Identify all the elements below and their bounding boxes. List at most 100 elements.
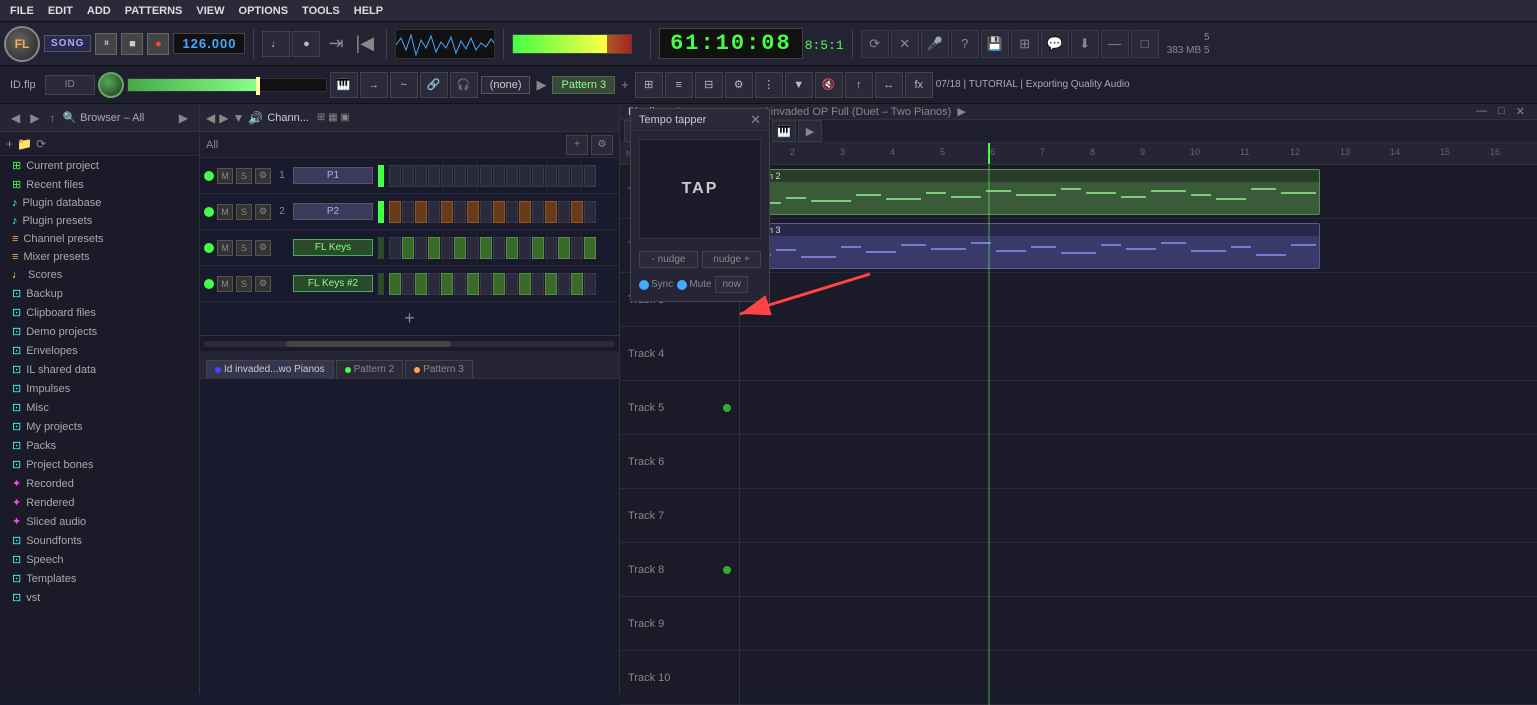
sidebar-item-soundfonts[interactable]: ⊡ Soundfonts [0, 531, 199, 550]
pad[interactable] [558, 237, 570, 259]
record-mode-btn[interactable]: ● [292, 31, 320, 57]
pad[interactable] [428, 165, 440, 187]
fl-logo[interactable]: FL [4, 26, 40, 62]
step-fwd[interactable]: ⇥ [324, 33, 347, 54]
cr-fwd-btn[interactable]: ▶ [219, 111, 228, 125]
track-9-cell[interactable] [740, 597, 1537, 651]
pad[interactable] [545, 201, 557, 223]
pad[interactable] [441, 273, 453, 295]
maximize-btn[interactable]: □ [1131, 30, 1159, 58]
cr-down-btn[interactable]: ▼ [232, 111, 244, 125]
sidebar-item-impulses[interactable]: ⊡ Impulses [0, 379, 199, 398]
ch3-mute-btn[interactable]: M [217, 240, 233, 256]
nudge-minus-btn[interactable]: - nudge [639, 251, 698, 268]
arrow-right-btn[interactable]: → [360, 72, 388, 98]
track-2-cell[interactable]: Pattern 3 [740, 219, 1537, 273]
pad[interactable] [454, 237, 466, 259]
pattern-block-3[interactable]: Pattern 3 [740, 223, 1320, 269]
browser-back-btn[interactable]: ◀ [8, 110, 23, 126]
pad[interactable] [506, 201, 518, 223]
piano-roll-btn[interactable]: 🎹 [330, 72, 358, 98]
pad[interactable] [415, 165, 427, 187]
pad[interactable] [519, 165, 531, 187]
cr-settings-btn[interactable]: ⚙ [591, 135, 613, 155]
pad[interactable] [571, 273, 583, 295]
sidebar-item-recent-files[interactable]: ⊞ Recent files [0, 175, 199, 194]
sidebar-item-packs[interactable]: ⊡ Packs [0, 436, 199, 455]
pad[interactable] [571, 237, 583, 259]
pad[interactable] [506, 165, 518, 187]
pattern-tab-1[interactable]: Pattern 2 [336, 360, 404, 378]
playlist-min-btn[interactable]: — [1472, 104, 1491, 119]
ch1-mute-btn[interactable]: M [217, 168, 233, 184]
cr-expand-icon[interactable]: ⊞ ▦ ▣ [317, 112, 350, 123]
ch3-settings-btn[interactable]: ⚙ [255, 240, 271, 256]
pattern-tab-2[interactable]: Pattern 3 [405, 360, 473, 378]
metronome-btn[interactable]: ♩ [262, 31, 290, 57]
track-10-cell[interactable] [740, 651, 1537, 705]
pad[interactable] [402, 165, 414, 187]
pan-btn[interactable]: ↔ [875, 72, 903, 98]
now-btn[interactable]: now [715, 276, 747, 293]
browser-refresh-icon[interactable]: ⟳ [36, 137, 46, 151]
browser-up-btn[interactable]: ↑ [46, 110, 58, 126]
grid-view-btn[interactable]: ⊞ [635, 72, 663, 98]
pad[interactable] [584, 273, 596, 295]
pad[interactable] [519, 201, 531, 223]
fx-btn[interactable]: fx [905, 72, 933, 98]
ch4-mute-btn[interactable]: M [217, 276, 233, 292]
sidebar-item-my-projects[interactable]: ⊡ My projects [0, 417, 199, 436]
list-view-btn[interactable]: ≡ [665, 72, 693, 98]
step-back[interactable]: |◀ [352, 33, 379, 54]
pad[interactable] [493, 165, 505, 187]
sidebar-item-misc[interactable]: ⊡ Misc [0, 398, 199, 417]
tempo-tapper-close-btn[interactable]: ✕ [750, 112, 761, 128]
sidebar-item-recorded[interactable]: ✦ Recorded [0, 474, 199, 493]
eq-btn[interactable]: ⋮ [755, 72, 783, 98]
browser-search-icon[interactable]: 🔍 [62, 111, 76, 124]
browser-add-icon[interactable]: + [6, 137, 13, 151]
track-4-cell[interactable] [740, 327, 1537, 381]
menu-add[interactable]: ADD [81, 3, 117, 19]
sidebar-item-plugin-presets[interactable]: ♪ Plugin presets [0, 212, 199, 230]
pad[interactable] [519, 237, 531, 259]
pad[interactable] [480, 273, 492, 295]
pad[interactable] [506, 237, 518, 259]
sidebar-item-envelopes[interactable]: ⊡ Envelopes [0, 341, 199, 360]
pad[interactable] [493, 201, 505, 223]
sidebar-item-current-project[interactable]: ⊞ Current project [0, 156, 199, 175]
playlist-close-btn[interactable]: ✕ [1512, 104, 1529, 119]
song-position-bar[interactable] [127, 78, 327, 92]
pad[interactable] [428, 273, 440, 295]
pad[interactable] [389, 201, 401, 223]
browser-expand-btn[interactable]: ▶ [176, 110, 191, 126]
menu-options[interactable]: OPTIONS [233, 3, 295, 19]
pad[interactable] [571, 201, 583, 223]
browser-fwd-btn[interactable]: ▶ [27, 110, 42, 126]
ch1-name-btn[interactable]: P1 [293, 167, 373, 184]
save-btn[interactable]: 💾 [981, 30, 1009, 58]
cr-scrollbar[interactable] [200, 335, 619, 351]
ch2-solo-btn[interactable]: S [236, 204, 252, 220]
pad[interactable] [532, 201, 544, 223]
sidebar-item-channel-presets[interactable]: ≡ Channel presets [0, 230, 199, 248]
pad[interactable] [441, 201, 453, 223]
pad[interactable] [415, 273, 427, 295]
pad[interactable] [441, 237, 453, 259]
pad[interactable] [584, 165, 596, 187]
question-btn[interactable]: ? [951, 30, 979, 58]
sidebar-item-project-bones[interactable]: ⊡ Project bones [0, 455, 199, 474]
master-volume-slider[interactable] [512, 34, 632, 54]
sync-radio[interactable]: Sync [639, 279, 673, 290]
filter-btn[interactable]: ▼ [785, 72, 813, 98]
settings-btn[interactable]: ⚙ [725, 72, 753, 98]
ch3-solo-btn[interactable]: S [236, 240, 252, 256]
pad[interactable] [480, 201, 492, 223]
chat-btn[interactable]: 💬 [1041, 30, 1069, 58]
pl-fwd-btn[interactable]: ▶ [798, 120, 822, 142]
record-button[interactable]: ● [147, 33, 169, 55]
track-3-cell[interactable] [740, 273, 1537, 327]
ch4-solo-btn[interactable]: S [236, 276, 252, 292]
sidebar-item-backup[interactable]: ⊡ Backup [0, 284, 199, 303]
mixer-view-btn[interactable]: ⊟ [695, 72, 723, 98]
